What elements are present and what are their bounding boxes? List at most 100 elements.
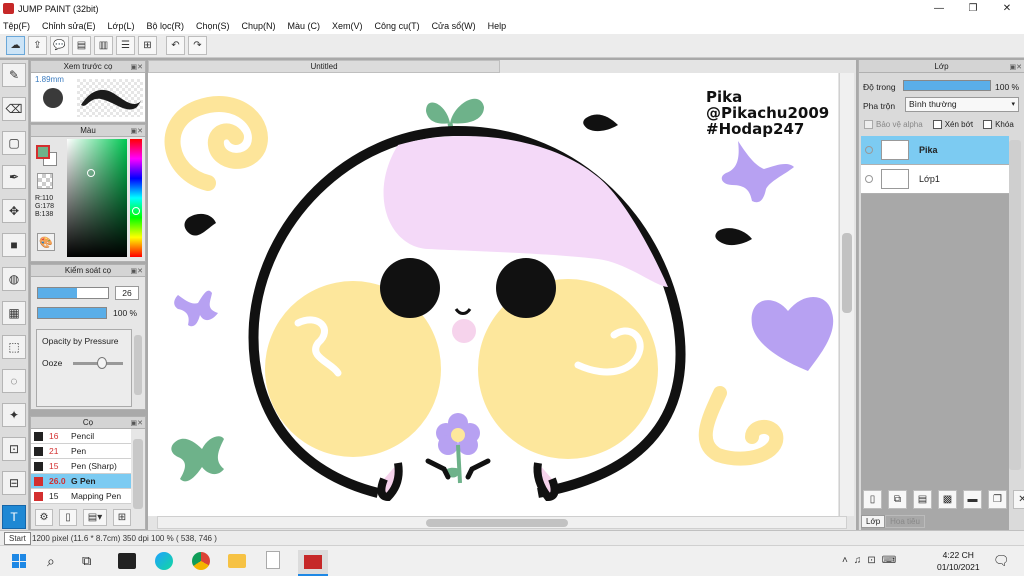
cloud-icon[interactable]: ☁ xyxy=(6,36,25,55)
tab-navigator[interactable]: Hoa tiêu xyxy=(885,515,925,528)
notepad-icon[interactable] xyxy=(266,551,280,569)
brush-item-selected[interactable]: 26.0 G Pen xyxy=(31,474,131,489)
ooze-slider-handle[interactable] xyxy=(97,357,107,369)
menu-capture[interactable]: Chụp(N) xyxy=(242,21,276,31)
panel-menu-icon[interactable]: ▣✕ xyxy=(1010,61,1022,74)
brush-opacity-slider[interactable] xyxy=(37,307,107,319)
undo-icon[interactable]: ↶ xyxy=(166,36,185,55)
menu-file[interactable]: Tệp(F) xyxy=(3,21,30,31)
layer-row-selected[interactable]: Pika xyxy=(861,136,1009,165)
drawing-canvas[interactable]: Pika @Pikachu2009 #Hodap247 xyxy=(148,73,838,516)
new-brush-icon[interactable]: ▯ xyxy=(59,509,77,526)
new-layer-icon[interactable]: ▯ xyxy=(863,490,882,509)
brush-properties-icon[interactable]: ⊞ xyxy=(113,509,131,526)
brush-tool-icon[interactable]: ✎ xyxy=(2,63,26,87)
export-icon[interactable]: ⇪ xyxy=(28,36,47,55)
pen-tool-icon[interactable]: ✒ xyxy=(2,165,26,189)
brush-item[interactable]: 21 Pen xyxy=(31,444,131,459)
document-tab[interactable]: Untitled xyxy=(148,60,500,73)
brush-item[interactable]: 16 Pencil xyxy=(31,429,131,444)
menu-color[interactable]: Màu (C) xyxy=(288,21,321,31)
clip-checkbox[interactable] xyxy=(932,120,942,129)
bucket-tool-icon[interactable]: ◍ xyxy=(2,267,26,291)
select-eraser-tool-icon[interactable]: ⊟ xyxy=(2,471,26,495)
move-tool-icon[interactable]: ✥ xyxy=(2,199,26,223)
minimize-button[interactable]: — xyxy=(922,0,956,17)
menu-filter[interactable]: Bộ lọc(R) xyxy=(146,21,184,31)
transparent-color-swatch[interactable] xyxy=(37,173,53,189)
horizontal-scroll-thumb[interactable] xyxy=(426,519,568,527)
brush-list-scrollbar[interactable] xyxy=(133,439,143,509)
task-view-icon[interactable]: ⧉ xyxy=(82,553,91,569)
menu-help[interactable]: Help xyxy=(488,21,507,31)
hue-slider[interactable] xyxy=(130,139,142,257)
menu-window[interactable]: Cửa sổ(W) xyxy=(432,21,476,31)
text-comment-icon[interactable]: ▤ xyxy=(72,36,91,55)
page-settings-icon[interactable]: ⊞ xyxy=(138,36,157,55)
canvas-vertical-scrollbar[interactable] xyxy=(839,73,854,516)
lock-checkbox[interactable] xyxy=(983,120,993,129)
layer-opacity-slider[interactable] xyxy=(903,80,991,91)
eraser-tool-icon[interactable]: ⌫ xyxy=(2,97,26,121)
foreground-color-swatch[interactable] xyxy=(36,145,50,159)
close-button[interactable]: ✕ xyxy=(990,0,1024,17)
rectangle-tool-icon[interactable]: ▢ xyxy=(2,131,26,155)
visibility-icon[interactable] xyxy=(865,146,873,154)
file-explorer-icon[interactable] xyxy=(228,554,246,568)
chrome-icon[interactable] xyxy=(192,552,210,570)
windows-start-icon[interactable] xyxy=(12,554,26,568)
brush-menu-icon[interactable]: ▤▾ xyxy=(83,509,107,526)
blend-mode-select[interactable]: Bình thường ▾ xyxy=(905,97,1019,112)
brush-size-input[interactable]: 26 xyxy=(115,286,139,300)
brush-item[interactable]: 15 Pen (Sharp) xyxy=(31,459,131,474)
select-tool-icon[interactable]: ⬚ xyxy=(2,335,26,359)
search-icon[interactable]: ⌕ xyxy=(47,553,55,570)
redo-icon[interactable]: ↷ xyxy=(188,36,207,55)
vertical-scroll-thumb[interactable] xyxy=(842,233,852,313)
magic-wand-tool-icon[interactable]: ✦ xyxy=(2,403,26,427)
artwork xyxy=(164,96,834,502)
brush-size-slider[interactable] xyxy=(37,287,109,299)
layer-list-scrollbar[interactable] xyxy=(1009,140,1021,470)
hue-slider-handle[interactable] xyxy=(132,207,140,215)
menu-layer[interactable]: Lớp(L) xyxy=(108,21,135,31)
select-pen-tool-icon[interactable]: ⊡ xyxy=(2,437,26,461)
menu-edit[interactable]: Chỉnh sửa(E) xyxy=(42,21,96,31)
delete-layer-icon[interactable]: ✕ xyxy=(1013,490,1024,509)
palette-icon[interactable]: 🎨 xyxy=(37,233,55,251)
page-list-icon[interactable]: ☰ xyxy=(116,36,135,55)
pika-tongue xyxy=(452,319,476,343)
color-saturation-field[interactable] xyxy=(67,139,127,257)
comment-icon[interactable]: 💬 xyxy=(50,36,69,55)
duplicate-layer-icon[interactable]: ❐ xyxy=(988,490,1007,509)
tab-layer[interactable]: Lớp xyxy=(861,515,886,528)
canvas-horizontal-scrollbar[interactable] xyxy=(157,516,847,529)
jump-paint-taskbar-button[interactable] xyxy=(298,550,328,576)
lasso-tool-icon[interactable]: ◌ xyxy=(2,369,26,393)
app-icon xyxy=(3,3,14,14)
fill-rect-tool-icon[interactable]: ■ xyxy=(2,233,26,257)
gradient-tool-icon[interactable]: ▦ xyxy=(2,301,26,325)
panel-menu-icon[interactable]: ▣✕ xyxy=(131,418,143,430)
notification-icon[interactable]: 🗨 xyxy=(993,553,1010,569)
new-folder-icon[interactable]: ▬ xyxy=(963,490,982,509)
brush-settings-icon[interactable]: ⚙ xyxy=(35,509,53,526)
text-tool-icon[interactable]: T xyxy=(2,505,26,529)
maximize-button[interactable]: ❐ xyxy=(956,0,990,17)
brush-item[interactable]: 15 Mapping Pen xyxy=(31,489,131,504)
system-tray-icons[interactable]: ˄♫⊡⌨ xyxy=(842,555,902,566)
menu-select[interactable]: Chọn(S) xyxy=(196,21,230,31)
protect-alpha-checkbox[interactable] xyxy=(864,120,873,129)
document-icon[interactable]: ▥ xyxy=(94,36,113,55)
menu-tools[interactable]: Công cụ(T) xyxy=(375,21,420,31)
layer-mask-icon[interactable]: ▩ xyxy=(938,490,957,509)
layer-settings-icon[interactable]: ▤ xyxy=(913,490,932,509)
visibility-icon[interactable] xyxy=(865,175,873,183)
menu-view[interactable]: Xem(V) xyxy=(332,21,363,31)
color-picker-cursor[interactable] xyxy=(87,169,95,177)
store-icon[interactable] xyxy=(118,553,136,569)
brush-control-scrollbar[interactable] xyxy=(134,335,142,395)
new-layer-copy-icon[interactable]: ⧉ xyxy=(888,490,907,509)
layer-row[interactable]: Lớp1 xyxy=(861,165,1009,194)
edge-icon[interactable] xyxy=(155,552,173,570)
